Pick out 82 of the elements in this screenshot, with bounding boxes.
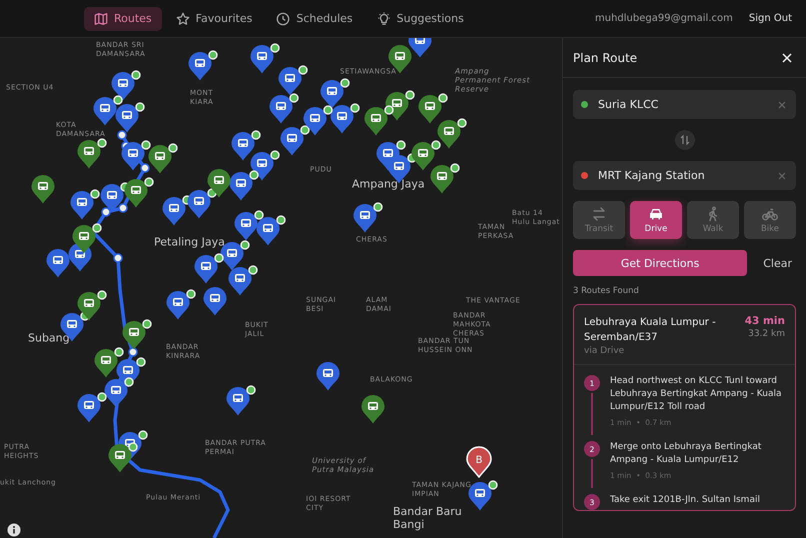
bus-stop-pin[interactable] [30, 173, 56, 204]
star-icon [176, 12, 190, 26]
bus-stop-pin[interactable] [120, 140, 152, 171]
map-place-label: Petaling Jaya [154, 236, 225, 248]
swap-button[interactable] [674, 130, 694, 150]
bus-stop-pin[interactable] [360, 393, 386, 424]
bus-stop-pin[interactable] [363, 105, 395, 136]
bus-stop-pin[interactable] [76, 138, 108, 169]
bus-stop-pin[interactable] [187, 50, 219, 81]
bus-stop-pin[interactable] [76, 290, 108, 321]
bus-stop-pin[interactable] [277, 65, 309, 96]
destination-marker[interactable]: B [466, 446, 492, 478]
map-icon [94, 12, 108, 26]
results-count: 3 Routes Found [573, 286, 640, 296]
route-name: Lebuhraya Kuala Lumpur - Seremban/E37 [584, 316, 717, 345]
bus-stop-pin[interactable] [268, 93, 300, 124]
bus-stop-pin[interactable] [302, 105, 334, 136]
bus-stop-pin[interactable] [249, 43, 281, 74]
bulb-icon [376, 12, 391, 26]
map-place-label: Bandar Baru Bangi [393, 505, 463, 531]
transit-icon [591, 206, 607, 222]
bus-stop-pin[interactable] [206, 167, 232, 198]
bus-stop-pin[interactable] [429, 163, 461, 194]
bus-stop-pin[interactable] [352, 202, 384, 233]
bus-stop-pin[interactable] [121, 319, 153, 350]
get-directions-button[interactable]: Get Directions [573, 250, 748, 276]
route-mode: via Drive [584, 346, 626, 356]
bus-stop-pin[interactable] [123, 177, 155, 208]
bus-stop-pin[interactable] [103, 377, 135, 408]
nav-tab[interactable]: Suggestions [366, 6, 474, 30]
bus-stop-pin[interactable] [45, 247, 71, 278]
bus-stop-pin[interactable] [315, 360, 341, 391]
nav-tab[interactable]: Favourites [166, 6, 262, 30]
bus-stop-pin[interactable] [71, 223, 103, 254]
panel-title: Plan Route [573, 51, 638, 65]
bus-stop-pin[interactable] [186, 188, 218, 219]
location-field[interactable]: MRT Kajang Station [573, 161, 796, 190]
bus-stop-pin[interactable] [69, 189, 101, 220]
close-button[interactable] [782, 53, 792, 63]
step-instruction: Take exit 1201B-Jln. Sultan Ismail [610, 494, 761, 507]
step-instruction: Merge onto Lebuhraya Bertingkat Ampang - Kuala Lumpur/E12 [610, 441, 762, 467]
user-email: muhdlubega99@gmail.com [594, 13, 733, 24]
bus-stop-pin[interactable] [228, 170, 260, 201]
location-value: Suria KLCC [598, 98, 660, 111]
bus-stop-pin[interactable] [436, 118, 468, 149]
nav-tab[interactable]: Schedules [266, 6, 363, 30]
map-place-label: Ampang Jaya [352, 178, 425, 190]
info-icon[interactable] [7, 523, 21, 537]
travel-mode-tab[interactable]: Drive [630, 201, 682, 239]
bus-stop-pin[interactable] [202, 285, 228, 316]
bus-stop-pin[interactable] [114, 102, 146, 133]
bike-icon [762, 206, 778, 222]
car-icon [648, 206, 664, 222]
clear-field-icon[interactable] [778, 100, 786, 108]
swap-icon [680, 135, 690, 145]
bus-stop-pin[interactable] [417, 93, 449, 124]
route-card[interactable] [573, 304, 796, 511]
clear-field-icon[interactable] [778, 172, 786, 180]
clock-icon [276, 12, 290, 26]
bus-stop-pin[interactable] [227, 265, 259, 296]
bus-stop-pin[interactable] [93, 347, 125, 378]
bus-stop-pin[interactable] [76, 392, 108, 423]
route-duration: 43 min [744, 315, 785, 327]
location-value: MRT Kajang Station [598, 169, 706, 182]
bus-stop-pin[interactable] [279, 125, 311, 156]
map-place-label: Subang [28, 332, 70, 344]
nav-tab[interactable]: Routes [84, 6, 162, 30]
step-instruction: Head northwest on KLCC Tunl toward Lebuhraya Bertingkat Ampang - Kuala Lumpur/E12 Toll road [610, 375, 782, 414]
bus-stop-pin[interactable] [225, 385, 257, 416]
location-field[interactable]: Suria KLCC [573, 90, 796, 119]
close-icon [782, 53, 792, 63]
route-distance: 33.2 km [747, 329, 785, 339]
bus-stop-pin[interactable] [110, 70, 142, 101]
bus-stop-pin[interactable] [165, 289, 197, 320]
bus-stop-pin[interactable] [255, 215, 287, 246]
bus-stop-pin[interactable] [329, 103, 361, 134]
sign-out-link[interactable]: Sign Out [748, 13, 792, 24]
bus-stop-pin[interactable] [107, 442, 139, 473]
bus-stop-pin[interactable] [193, 253, 225, 284]
bus-stop-pin[interactable] [410, 140, 442, 171]
bus-stop-pin[interactable] [147, 143, 179, 174]
clear-button[interactable]: Clear [759, 256, 796, 270]
